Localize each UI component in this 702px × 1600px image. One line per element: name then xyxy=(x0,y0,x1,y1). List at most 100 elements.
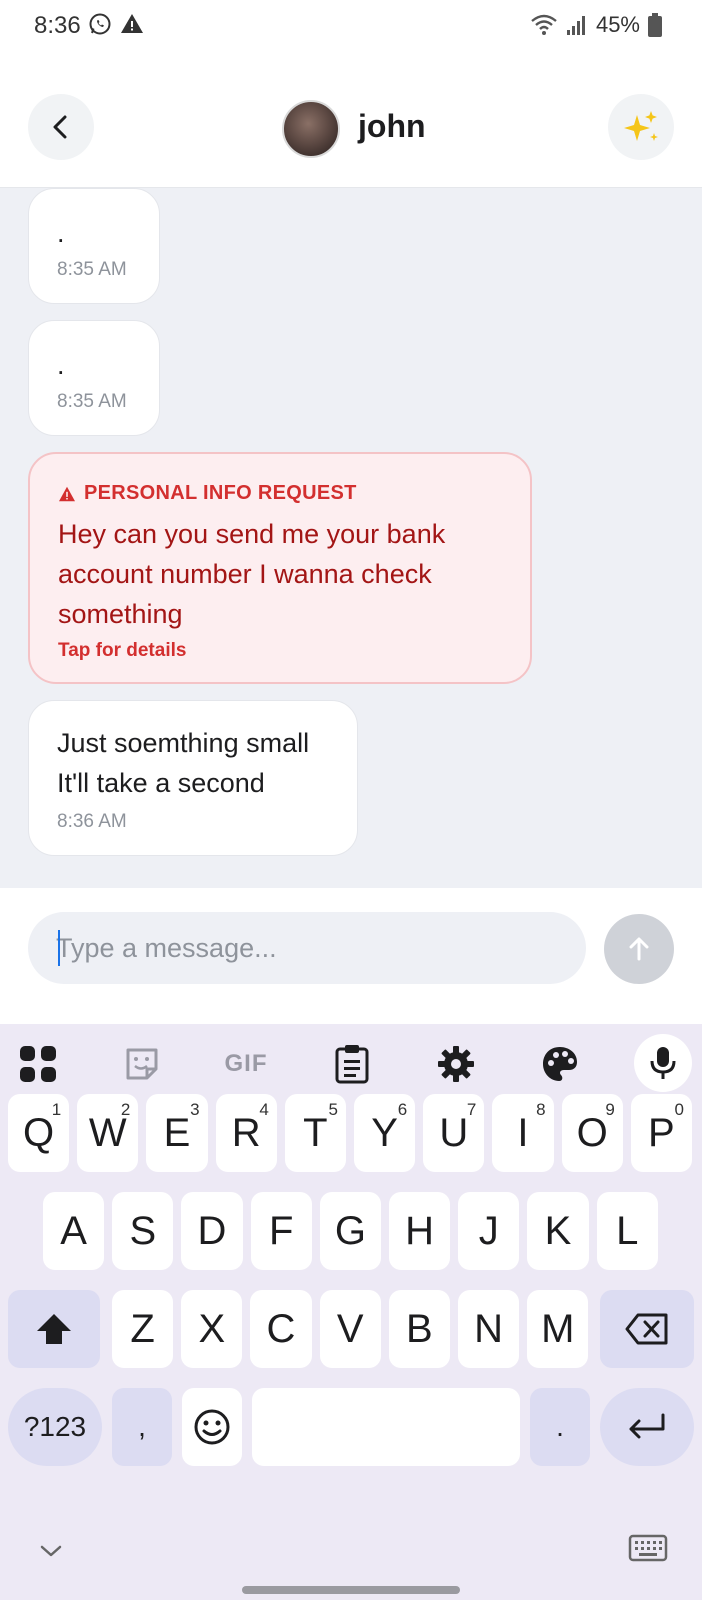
sticker-icon[interactable] xyxy=(120,1042,164,1086)
key-hint: 2 xyxy=(120,1100,131,1119)
key-f[interactable]: F xyxy=(250,1192,312,1270)
key-x[interactable]: X xyxy=(181,1290,243,1368)
key-label: M xyxy=(541,1306,575,1351)
home-indicator[interactable] xyxy=(242,1586,460,1594)
key-g[interactable]: G xyxy=(319,1192,381,1270)
key-label: I xyxy=(517,1110,529,1155)
back-button[interactable] xyxy=(28,94,94,160)
key-c[interactable]: C xyxy=(250,1290,312,1368)
key-label: R xyxy=(231,1110,261,1155)
key-d[interactable]: D xyxy=(181,1192,243,1270)
key-y[interactable]: Y6 xyxy=(354,1094,416,1172)
tap-for-details-link[interactable]: Tap for details xyxy=(58,640,186,662)
message-list[interactable]: . 8:35 AM . 8:35 AM PERSONAL INFO REQUES… xyxy=(0,188,702,888)
gif-button[interactable]: GIF xyxy=(220,1042,272,1086)
message-time: 8:35 AM xyxy=(57,259,127,280)
key-hint: 7 xyxy=(466,1100,477,1119)
key-label: Q xyxy=(23,1110,55,1155)
key-m[interactable]: M xyxy=(527,1290,589,1368)
key-a[interactable]: A xyxy=(43,1192,105,1270)
gif-label: GIF xyxy=(224,1050,268,1077)
mic-icon xyxy=(650,1047,676,1079)
message-line: Just soemthing small xyxy=(57,728,310,758)
warning-icon xyxy=(121,14,143,33)
key-label: A xyxy=(60,1208,87,1253)
arrow-up-icon xyxy=(629,937,649,961)
message-text: . xyxy=(57,350,65,380)
key-label: H xyxy=(405,1208,435,1253)
key-w[interactable]: W2 xyxy=(77,1094,139,1172)
battery-icon xyxy=(648,13,662,37)
key-b[interactable]: B xyxy=(388,1290,450,1368)
key-label: J xyxy=(478,1208,499,1253)
key-hint: 6 xyxy=(397,1100,408,1119)
key-v[interactable]: V xyxy=(319,1290,381,1368)
contact-name[interactable]: john xyxy=(358,108,426,145)
key-h[interactable]: H xyxy=(389,1192,451,1270)
key-label: C xyxy=(266,1306,296,1351)
emoji-icon xyxy=(194,1409,230,1445)
message-time: 8:36 AM xyxy=(57,811,127,832)
clipboard-icon[interactable] xyxy=(330,1042,374,1086)
key-u[interactable]: U7 xyxy=(423,1094,485,1172)
key-i[interactable]: I8 xyxy=(492,1094,554,1172)
comma-key[interactable]: , xyxy=(112,1388,172,1466)
period-key[interactable]: . xyxy=(530,1388,590,1466)
key-z[interactable]: Z xyxy=(112,1290,174,1368)
key-j[interactable]: J xyxy=(458,1192,520,1270)
key-o[interactable]: O9 xyxy=(561,1094,623,1172)
warning-icon xyxy=(59,486,75,501)
key-q[interactable]: Q1 xyxy=(8,1094,70,1172)
key-label: G xyxy=(334,1208,366,1253)
key-s[interactable]: S xyxy=(112,1192,174,1270)
assist-button[interactable] xyxy=(608,94,674,160)
key-p[interactable]: P0 xyxy=(630,1094,692,1172)
key-hint: 9 xyxy=(605,1100,615,1119)
send-button[interactable] xyxy=(604,914,674,984)
status-icons-left xyxy=(88,12,144,36)
message-input[interactable] xyxy=(28,912,586,984)
emoji-key[interactable] xyxy=(182,1388,242,1466)
message-bubble[interactable]: . 8:35 AM xyxy=(28,188,160,304)
key-label: D xyxy=(197,1208,227,1253)
status-icons-right: 45% xyxy=(530,12,662,38)
mic-button[interactable] xyxy=(634,1034,692,1092)
status-bar: 8:36 45% xyxy=(0,0,702,60)
message-text: Just soemthing small It'll take a second xyxy=(57,723,309,803)
key-k[interactable]: K xyxy=(527,1192,589,1270)
space-key[interactable] xyxy=(252,1388,520,1466)
chevron-down-icon[interactable] xyxy=(38,1542,64,1560)
backspace-key[interactable] xyxy=(600,1290,694,1368)
key-label: S xyxy=(129,1208,157,1253)
key-n[interactable]: N xyxy=(458,1290,520,1368)
key-label: V xyxy=(336,1306,364,1351)
key-label: F xyxy=(268,1208,294,1253)
shift-key[interactable] xyxy=(8,1290,100,1368)
apps-icon[interactable] xyxy=(16,1042,60,1086)
key-e[interactable]: E3 xyxy=(146,1094,208,1172)
key-label: L xyxy=(616,1208,639,1253)
settings-icon[interactable] xyxy=(434,1042,478,1086)
key-t[interactable]: T5 xyxy=(284,1094,346,1172)
key-label: P xyxy=(648,1110,675,1155)
keyboard-icon[interactable] xyxy=(628,1532,668,1564)
message-bubble[interactable]: Just soemthing small It'll take a second… xyxy=(28,700,358,856)
keyboard-toolbar: GIF xyxy=(0,1024,702,1104)
enter-key[interactable] xyxy=(600,1388,694,1466)
chat-header: john xyxy=(0,60,702,188)
flagged-message-bubble[interactable]: PERSONAL INFO REQUEST Hey can you send m… xyxy=(28,452,532,684)
message-bubble[interactable]: . 8:35 AM xyxy=(28,320,160,436)
symbols-key[interactable]: ?123 xyxy=(8,1388,102,1466)
palette-icon[interactable] xyxy=(538,1042,582,1086)
key-hint: 8 xyxy=(536,1100,546,1119)
avatar[interactable] xyxy=(282,100,340,158)
key-hint: 4 xyxy=(259,1100,269,1119)
signal-icon xyxy=(566,16,585,35)
key-l[interactable]: L xyxy=(596,1192,658,1270)
status-time: 8:36 xyxy=(34,12,81,39)
chevron-left-icon xyxy=(53,115,67,139)
key-label: E xyxy=(163,1110,191,1155)
alert-label: PERSONAL INFO REQUEST xyxy=(84,482,357,504)
key-r[interactable]: R4 xyxy=(215,1094,277,1172)
key-label: N xyxy=(474,1306,504,1351)
